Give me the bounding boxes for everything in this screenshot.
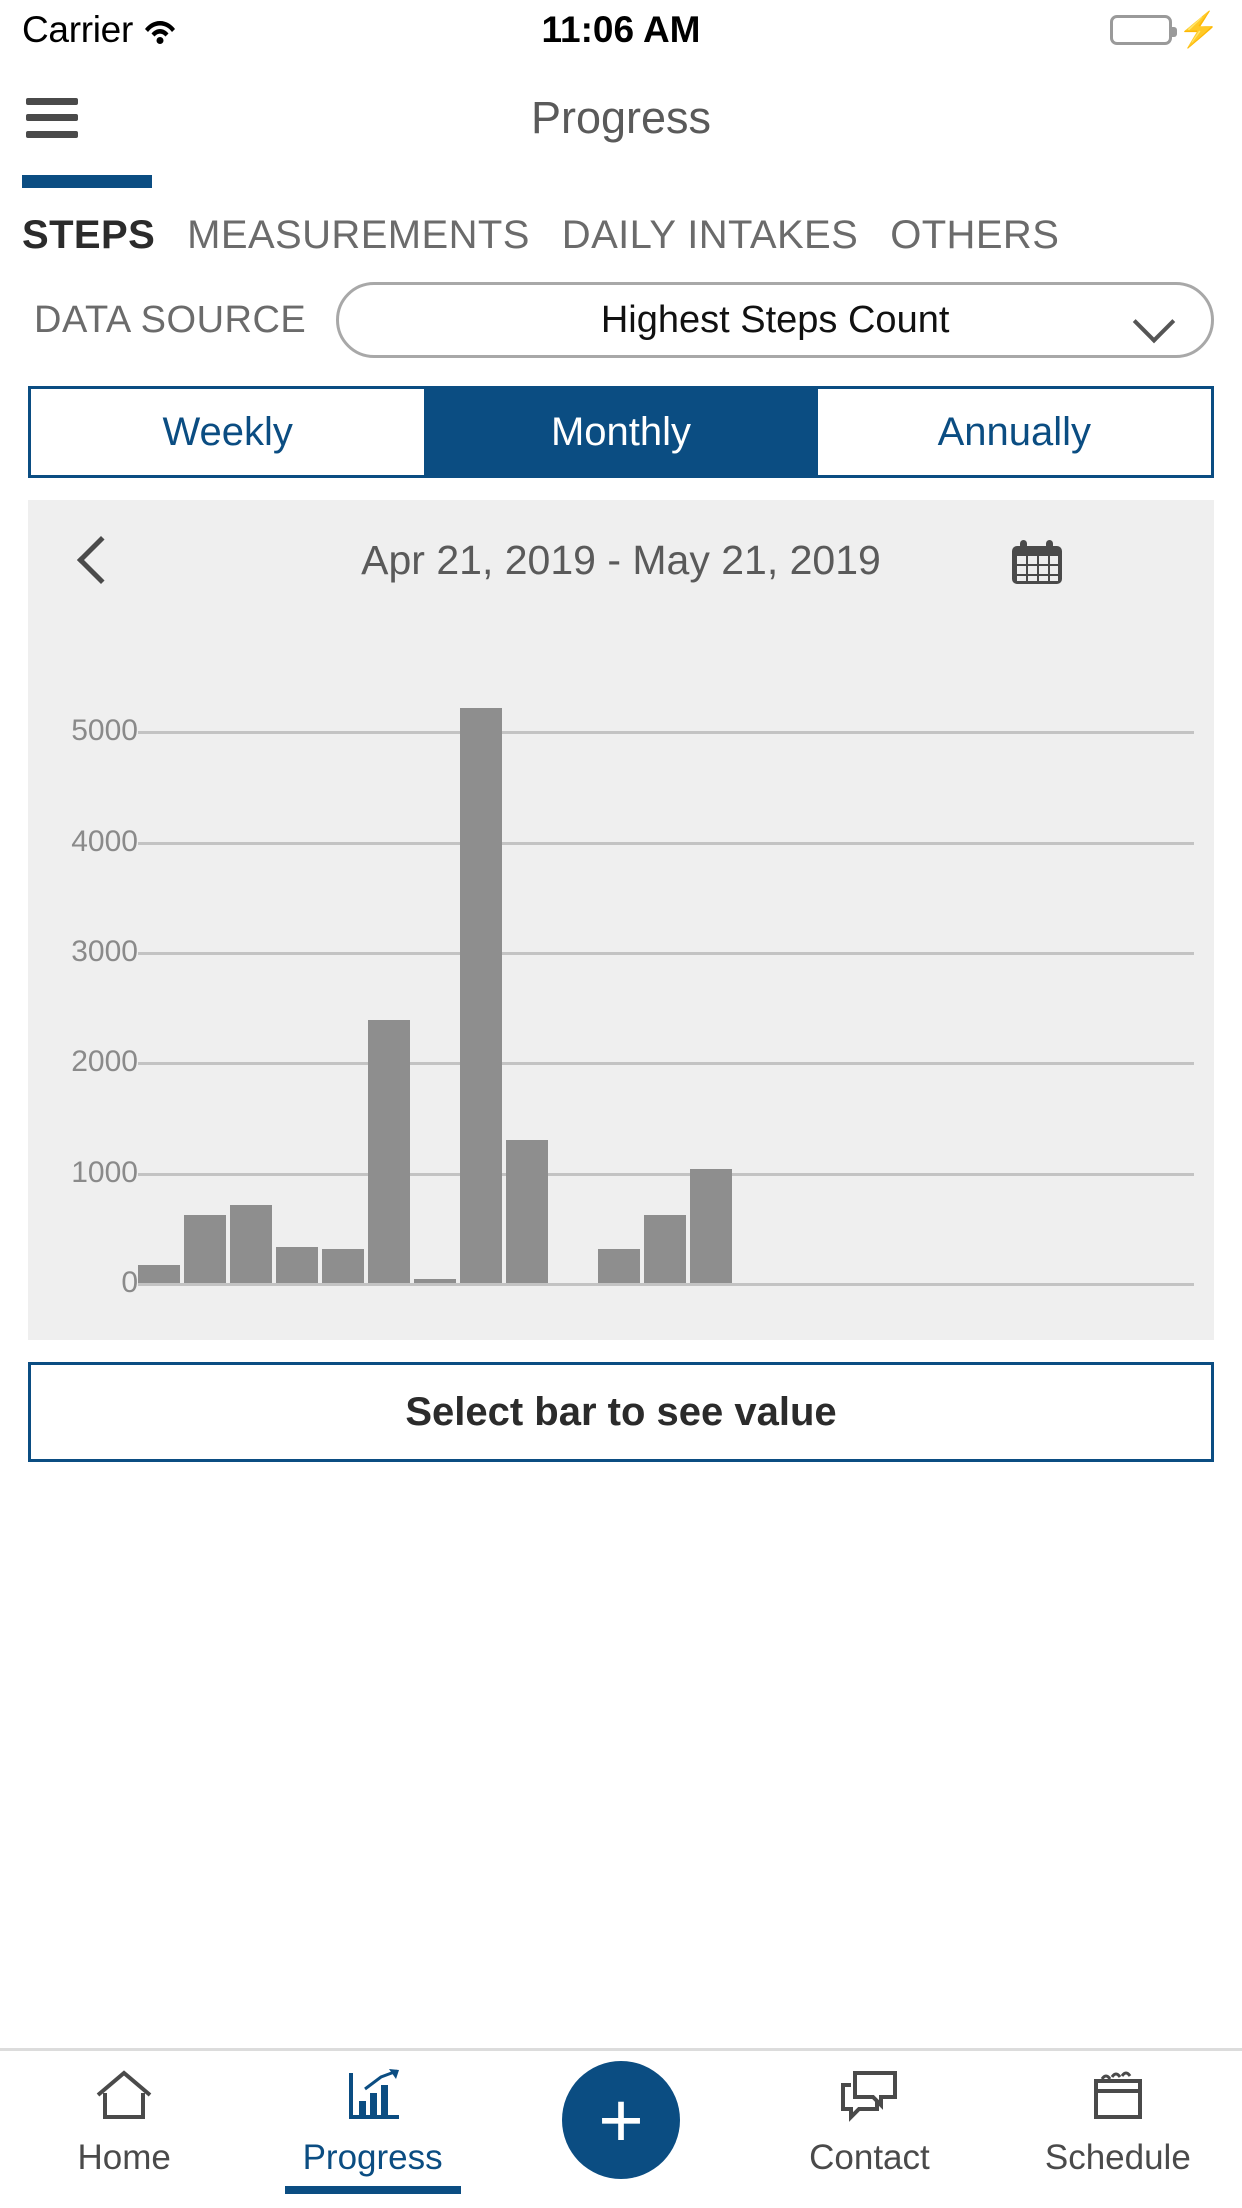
gridline <box>138 1283 1194 1286</box>
tab-list: STEPS MEASUREMENTS DAILY INTAKES OTHERS <box>0 179 1242 258</box>
data-source-dropdown[interactable]: Highest Steps Count <box>336 282 1214 358</box>
y-axis-tick-label: 1000 <box>71 1155 138 1189</box>
chart-bar[interactable] <box>138 1265 180 1283</box>
plus-icon: + <box>598 2076 644 2164</box>
chart-bar[interactable] <box>230 1204 272 1283</box>
tabbar-item-schedule[interactable]: Schedule <box>994 2067 1242 2178</box>
tabbar-item-add[interactable]: + <box>497 2061 745 2179</box>
tabbar-item-contact[interactable]: Contact <box>745 2067 993 2178</box>
data-source-label: DATA SOURCE <box>34 298 307 341</box>
chart-bar[interactable] <box>644 1214 686 1283</box>
tab-daily-intakes[interactable]: DAILY INTAKES <box>562 213 858 258</box>
tabbar-label-schedule: Schedule <box>1044 2138 1191 2177</box>
navigation-bar: Progress <box>0 60 1242 175</box>
add-button[interactable]: + <box>562 2061 681 2179</box>
tabbar-item-home[interactable]: Home <box>0 2067 248 2178</box>
period-segmented-control: Weekly Monthly Annually <box>28 386 1214 478</box>
chart-bar[interactable] <box>276 1246 318 1283</box>
select-bar-banner-text: Select bar to see value <box>405 1389 837 1434</box>
segment-monthly[interactable]: Monthly <box>424 389 818 475</box>
chart-bar[interactable] <box>506 1139 548 1283</box>
y-axis-tick-label: 4000 <box>71 824 138 858</box>
y-axis-tick-label: 3000 <box>71 934 138 968</box>
chart-bars <box>138 620 778 1283</box>
tabbar-label-progress: Progress <box>302 2138 443 2177</box>
calendar-icon[interactable] <box>1010 538 1064 586</box>
status-time: 11:06 AM <box>541 9 701 50</box>
select-bar-banner[interactable]: Select bar to see value <box>28 1362 1214 1462</box>
battery-icon <box>1109 15 1177 45</box>
chart-bar[interactable] <box>322 1248 364 1283</box>
chevron-down-icon <box>1132 300 1176 344</box>
tabbar-label-contact: Contact <box>809 2138 930 2177</box>
chart-bar[interactable] <box>368 1020 410 1283</box>
chart-bar[interactable] <box>414 1279 456 1283</box>
tabbar-active-underline <box>284 2186 461 2194</box>
y-axis-tick-label: 0 <box>121 1266 138 1299</box>
chat-bubbles-icon <box>837 2067 901 2130</box>
y-axis-tick-label: 2000 <box>71 1045 138 1079</box>
data-source-row: DATA SOURCE Highest Steps Count <box>0 258 1242 358</box>
tabbar-label-home: Home <box>77 2138 171 2177</box>
tab-others[interactable]: OTHERS <box>890 213 1059 258</box>
tab-steps[interactable]: STEPS <box>22 213 155 258</box>
tab-measurements[interactable]: MEASUREMENTS <box>187 213 530 258</box>
chart-bar[interactable] <box>690 1169 732 1283</box>
chart-header: Apr 21, 2019 - May 21, 2019 <box>28 500 1214 620</box>
data-source-value: Highest Steps Count <box>600 298 950 341</box>
chart-card: Apr 21, 2019 - May 21, 2019 0 1000 2000 300… <box>28 500 1214 1340</box>
top-tabs: STEPS MEASUREMENTS DAILY INTAKES OTHERS <box>0 175 1242 258</box>
chart-bar[interactable] <box>460 708 502 1283</box>
chart-bar[interactable] <box>184 1215 226 1283</box>
chart-bar[interactable] <box>598 1249 640 1283</box>
status-bar: Carrier 11:06 AM ⚡ <box>0 0 1242 60</box>
bottom-tab-bar: Home Progress + Contact Schedule <box>0 2048 1242 2208</box>
bar-chart-icon <box>341 2067 405 2130</box>
tabbar-item-progress[interactable]: Progress <box>248 2067 496 2194</box>
segment-annually[interactable]: Annually <box>818 389 1211 475</box>
y-axis-tick-label: 5000 <box>71 714 138 748</box>
tab-active-indicator <box>22 175 152 188</box>
home-icon <box>92 2067 156 2130</box>
page-title: Progress <box>530 91 712 143</box>
calendar-icon <box>1086 2067 1150 2130</box>
segment-weekly[interactable]: Weekly <box>31 389 424 475</box>
bar-chart-plot: 0 1000 2000 3000 4000 5000 <box>28 620 1214 1340</box>
